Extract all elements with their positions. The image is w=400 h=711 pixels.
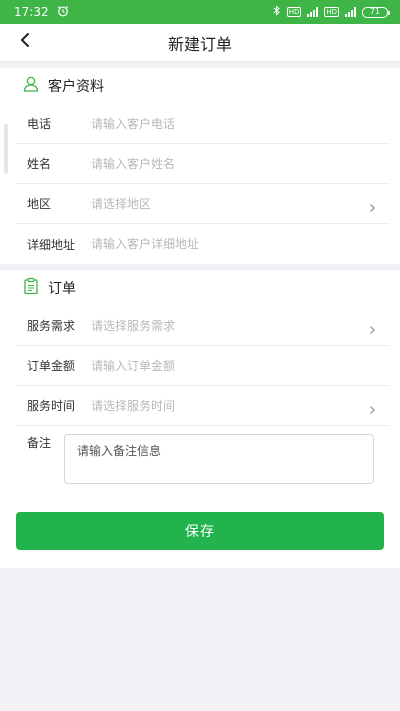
region-label: 地区	[27, 197, 52, 211]
chevron-right-icon	[369, 400, 376, 419]
order-amount-label: 订单金额	[27, 359, 76, 373]
service-time-row[interactable]: 服务时间	[16, 386, 390, 426]
chevron-right-icon	[369, 320, 376, 339]
region-select[interactable]	[91, 196, 390, 211]
battery-icon: 71	[362, 6, 390, 18]
save-button-area: 保存	[0, 488, 400, 568]
hd-icon: HD	[286, 7, 302, 17]
customer-section: 客户资料 电话 姓名 地区 详细地址	[0, 68, 400, 264]
order-section: 订单 服务需求 订单金额 服务时间 备注 保存	[0, 270, 400, 568]
scroll-indicator	[4, 124, 8, 174]
phone-row: 电话	[16, 104, 390, 144]
chevron-right-icon	[369, 198, 376, 217]
clipboard-icon	[22, 277, 40, 299]
battery-level: 71	[369, 7, 381, 16]
service-time-select[interactable]	[91, 398, 390, 413]
order-amount-row: 订单金额	[16, 346, 390, 386]
service-time-label: 服务时间	[27, 399, 76, 413]
customer-section-title: 客户资料	[48, 79, 104, 95]
bluetooth-icon	[273, 5, 281, 19]
order-amount-input[interactable]	[91, 358, 390, 373]
alarm-icon	[57, 5, 69, 20]
nav-bar: 新建订单	[0, 24, 400, 62]
address-input[interactable]	[91, 237, 390, 251]
name-input[interactable]	[91, 156, 390, 171]
remark-textarea[interactable]	[64, 434, 374, 484]
signal-icon	[307, 7, 319, 17]
service-need-label: 服务需求	[27, 319, 76, 333]
region-row[interactable]: 地区	[16, 184, 390, 224]
service-need-select[interactable]	[91, 318, 390, 333]
customer-section-header: 客户资料	[0, 68, 400, 104]
back-button[interactable]	[14, 31, 36, 53]
remark-label: 备注	[27, 436, 52, 450]
order-section-header: 订单	[0, 270, 400, 306]
user-icon	[22, 75, 40, 97]
address-label: 详细地址	[27, 237, 76, 252]
name-row: 姓名	[16, 144, 390, 184]
name-label: 姓名	[27, 157, 52, 171]
address-row: 详细地址	[16, 224, 390, 264]
order-section-title: 订单	[48, 281, 76, 297]
signal-icon-2	[345, 7, 356, 17]
remark-row: 备注	[16, 426, 384, 488]
phone-input[interactable]	[91, 116, 390, 131]
phone-label: 电话	[27, 117, 52, 131]
page-title: 新建订单	[167, 34, 232, 54]
service-need-row[interactable]: 服务需求	[16, 306, 390, 346]
hd-icon-2: HD	[324, 7, 339, 17]
save-button[interactable]: 保存	[16, 512, 384, 550]
chevron-left-icon	[19, 32, 31, 52]
status-bar: 17:32 HD HD 71	[0, 0, 400, 24]
status-time: 17:32	[14, 5, 49, 19]
